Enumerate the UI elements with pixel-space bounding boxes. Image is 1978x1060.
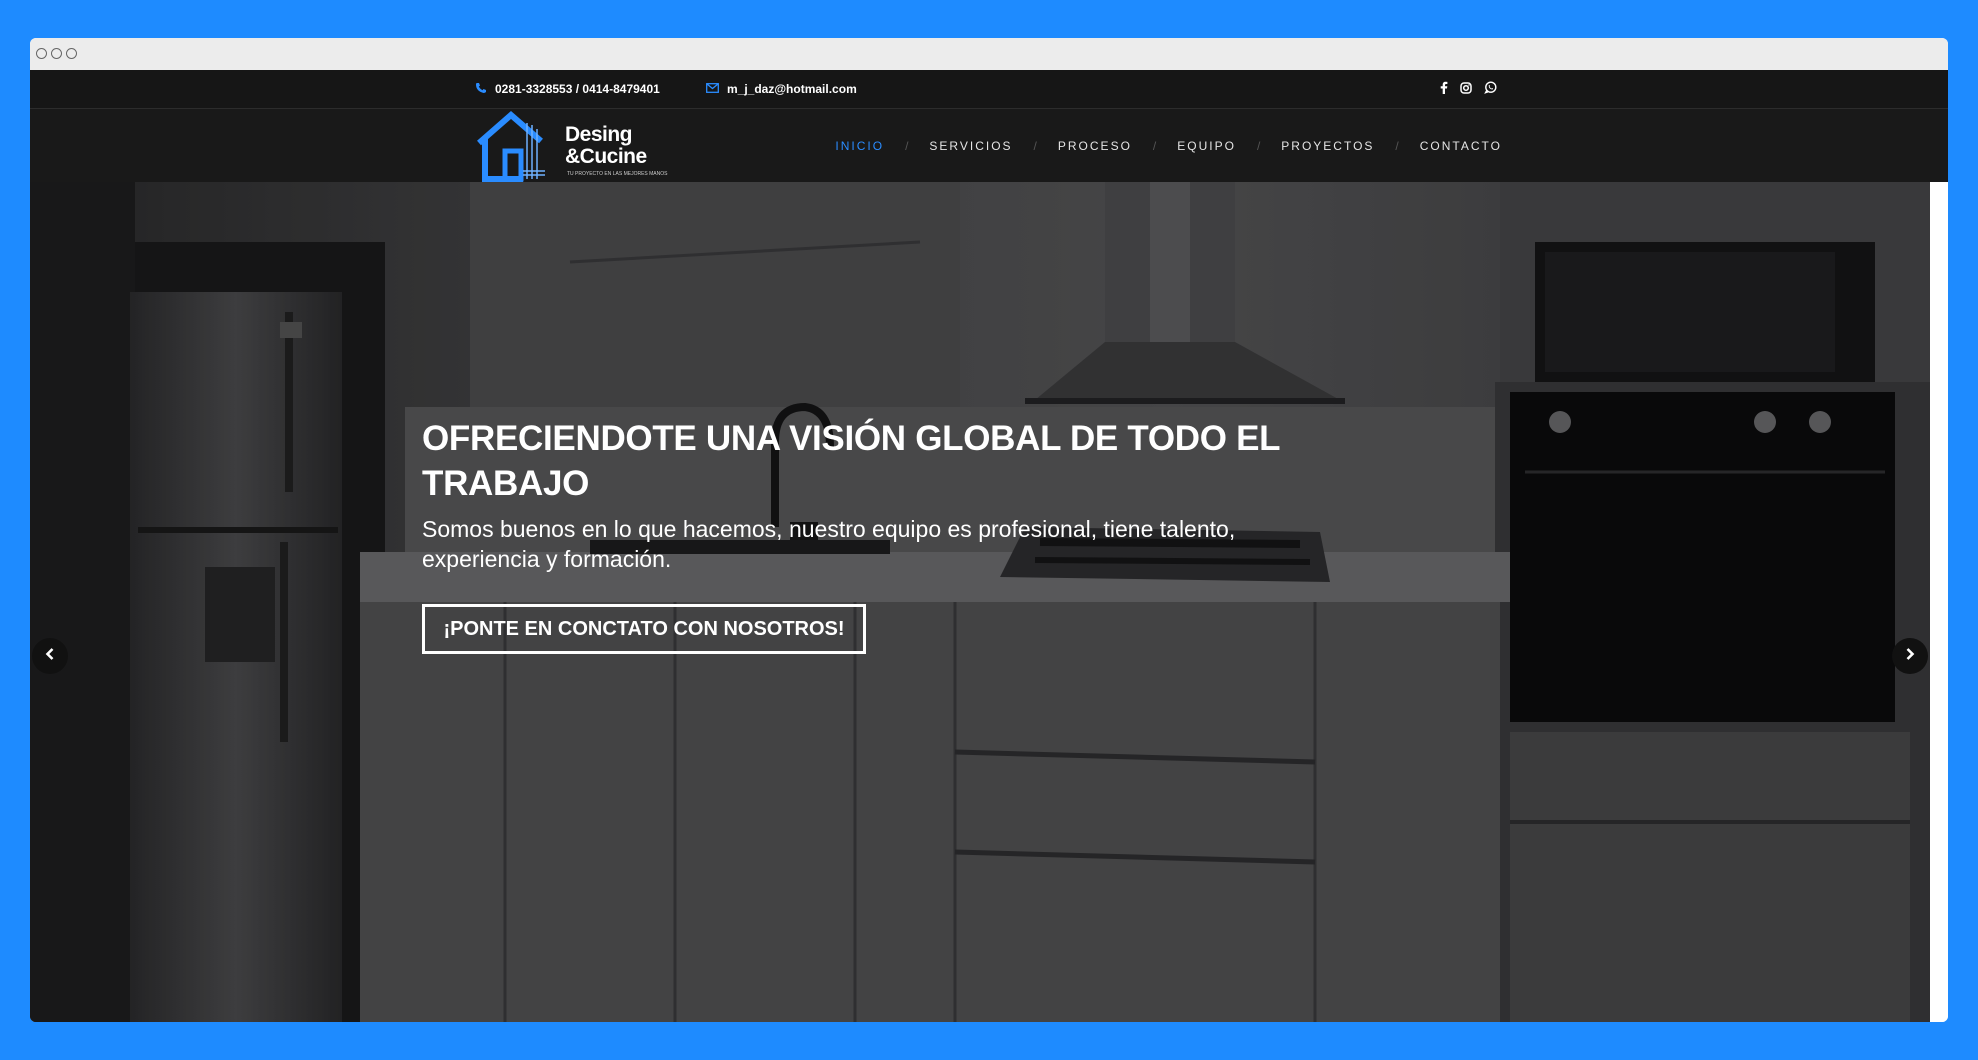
contact-topbar: 0281-3328553 / 0414-8479401 m_j_daz@hotm… [30, 70, 1948, 109]
chevron-left-icon [45, 647, 55, 665]
nav-separator: / [1152, 138, 1157, 153]
nav-item-inicio[interactable]: INICIO [835, 139, 884, 153]
logo-line1: Desing [565, 123, 633, 146]
email-contact[interactable]: m_j_daz@hotmail.com [706, 70, 857, 108]
slider-prev-button[interactable] [32, 638, 68, 674]
logo-line2: &Cucine [565, 145, 647, 168]
slider-next-button[interactable] [1892, 638, 1928, 674]
house-logo-icon [477, 111, 545, 182]
contact-cta-button[interactable]: ¡PONTE EN CONCTATO CON NOSOTROS! [422, 604, 866, 654]
logo-tagline: TU PROYECTO EN LAS MEJORES MANOS [567, 171, 668, 177]
nav-separator: / [905, 138, 909, 153]
hero-title: OFRECIENDOTE UNA VISIÓN GLOBAL DE TODO E… [422, 419, 1280, 503]
close-window-dot[interactable] [36, 48, 47, 59]
facebook-icon[interactable] [1440, 81, 1448, 97]
email-text: m_j_daz@hotmail.com [727, 82, 857, 96]
hero-subtitle: Somos buenos en lo que hacemos, nuestro … [422, 516, 1236, 572]
nav-item-equipo[interactable]: EQUIPO [1177, 139, 1236, 153]
nav-item-contacto[interactable]: CONTACTO [1420, 139, 1502, 153]
phone-icon [475, 82, 487, 97]
kitchen-background-image [30, 182, 1930, 1022]
phone-contact[interactable]: 0281-3328553 / 0414-8479401 [475, 70, 660, 108]
main-navbar: Desing &Cucine TU PROYECTO EN LAS MEJORE… [30, 109, 1948, 182]
nav-item-proceso[interactable]: PROCESO [1058, 139, 1132, 153]
social-links [1440, 70, 1497, 108]
site-logo[interactable]: Desing &Cucine TU PROYECTO EN LAS MEJORE… [475, 109, 675, 182]
browser-window: 0281-3328553 / 0414-8479401 m_j_daz@hotm… [30, 38, 1948, 1022]
hero-slider: OFRECIENDOTE UNA VISIÓN GLOBAL DE TODO E… [30, 182, 1930, 1022]
nav-separator: / [1256, 138, 1261, 153]
instagram-icon[interactable] [1460, 81, 1472, 97]
page-scrollbar[interactable] [1930, 182, 1948, 1022]
nav-separator: / [1395, 138, 1399, 153]
envelope-icon [706, 82, 719, 96]
main-menu: INICIO / SERVICIOS / PROCESO / EQUIPO / … [835, 109, 1502, 182]
chevron-right-icon [1905, 647, 1915, 665]
maximize-window-dot[interactable] [66, 48, 77, 59]
nav-item-servicios[interactable]: SERVICIOS [929, 139, 1012, 153]
nav-separator: / [1033, 138, 1037, 153]
nav-item-proyectos[interactable]: PROYECTOS [1281, 139, 1374, 153]
minimize-window-dot[interactable] [51, 48, 62, 59]
browser-chrome [30, 38, 1948, 71]
whatsapp-icon[interactable] [1484, 81, 1497, 97]
phone-text: 0281-3328553 / 0414-8479401 [495, 82, 660, 96]
